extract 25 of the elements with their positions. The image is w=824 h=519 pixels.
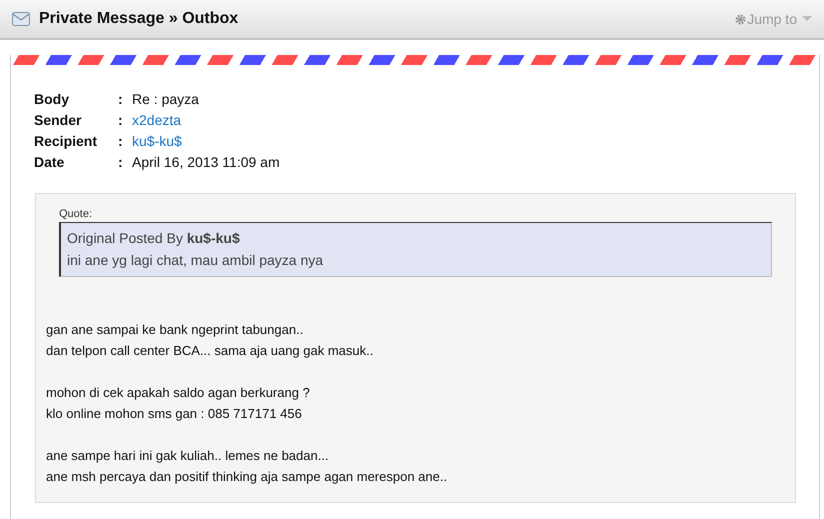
page-title: Private Message » Outbox: [39, 10, 238, 28]
field-separator: :: [118, 112, 124, 128]
message-line: dan telpon call center BCA... sama aja uang gak masuk..: [46, 342, 374, 360]
field-label: Body: [34, 91, 70, 107]
user-link[interactable]: x2dezta: [132, 112, 280, 128]
user-link[interactable]: ku$-ku$: [132, 133, 280, 149]
message-line: klo online mohon sms gan : 085 717171 456: [46, 405, 303, 423]
message-line: ane msh percaya dan positif thinking aja sampe agan merespon ane..: [46, 468, 448, 486]
quote-author: Original Posted By ku$-ku$: [67, 230, 241, 246]
quote-text: ini ane yg lagi chat, mau ambil payza nya: [67, 252, 324, 268]
message-line: gan ane sampai ke bank ngeprint tabungan..: [46, 321, 304, 339]
field-separator: :: [118, 154, 124, 170]
field-label: Recipient: [34, 133, 98, 149]
envelope-icon: [12, 12, 30, 26]
field-separator: :: [118, 133, 124, 149]
field-label: Sender: [34, 112, 82, 128]
caret-icon: [802, 16, 812, 22]
quote-label: Quote:: [59, 208, 94, 220]
gear-icon: [735, 14, 746, 24]
field-label: Date: [34, 154, 66, 170]
message-line: mohon di cek apakah saldo agan berkurang ?: [46, 384, 311, 402]
field-value: April 16, 2013 11:09 am: [132, 154, 280, 170]
field-value: Re : payza: [132, 91, 200, 107]
field-separator: :: [118, 91, 124, 107]
message-line: ane sampe hari ini gak kuliah.. lemes ne badan...: [46, 447, 330, 465]
